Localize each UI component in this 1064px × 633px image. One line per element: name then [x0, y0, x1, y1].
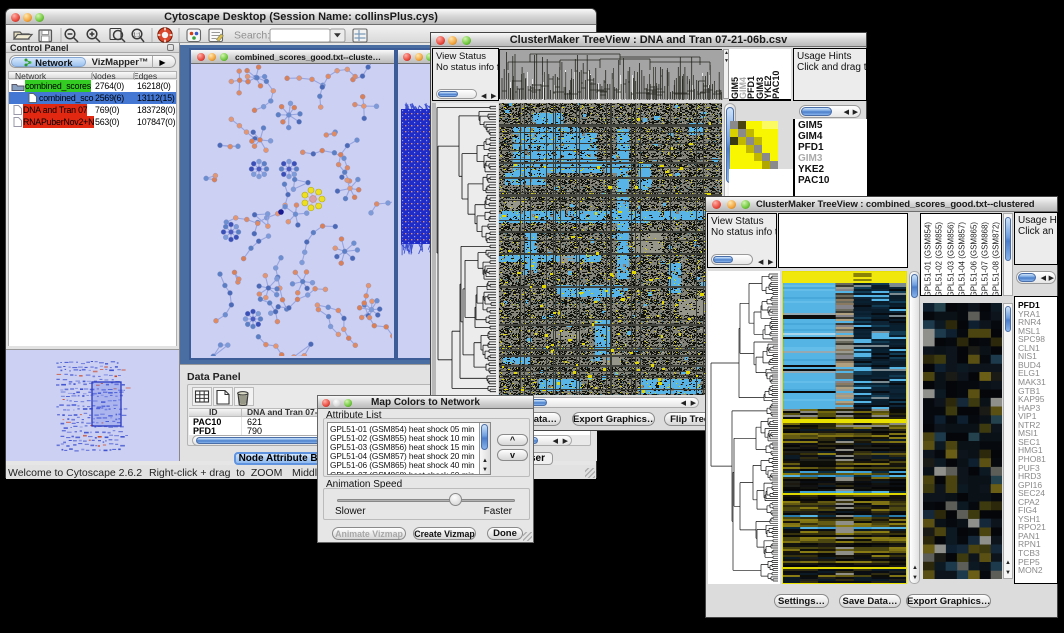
svg-text:Search:: Search: — [234, 30, 270, 42]
svg-text:1:1: 1:1 — [133, 32, 141, 38]
